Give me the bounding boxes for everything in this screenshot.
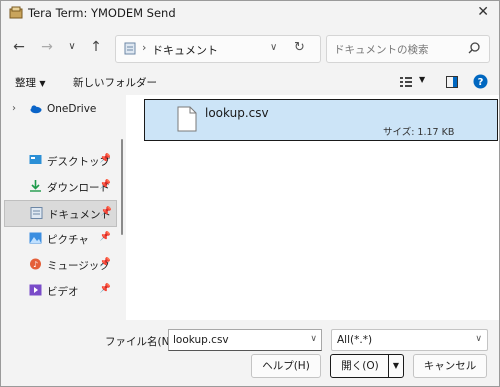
breadcrumb-separator-icon: › [142,41,147,54]
open-button[interactable]: 開く(O) ▼ [330,354,404,378]
sidebar-item-downloads[interactable]: ダウンロード 📌 [4,174,115,199]
file-icon [177,106,197,132]
pin-icon: 📌 [100,207,112,217]
dialog-footer: ファイル名(N): lookup.csv ∨ All(*.*) ∨ ヘルプ(H)… [1,320,499,386]
documents-icon [30,207,43,219]
sidebar-item-onedrive[interactable]: › OneDrive [4,97,115,122]
expand-chevron-icon[interactable]: › [12,103,16,114]
pin-icon: 📌 [99,258,111,268]
help-button[interactable]: ヘルプ(H) [251,354,321,378]
preview-pane-icon[interactable] [445,75,459,89]
filename-value: lookup.csv [173,334,229,346]
window-title: Tera Term: YMODEM Send [28,6,176,20]
up-arrow-icon[interactable]: ↑ [88,39,104,55]
onedrive-cloud-icon [30,105,42,114]
file-dialog: Tera Term: YMODEM Send ✕ ← → ∨ ↑ › ドキュメン… [0,0,500,387]
file-type-select[interactable]: All(*.*) ∨ [331,329,488,351]
svg-text:♪: ♪ [33,260,38,269]
command-bar: 整理 ▼ 新しいフォルダー ▼ ? [1,69,499,95]
view-chevron-down-icon[interactable]: ▼ [419,75,425,84]
music-icon: ♪ [30,258,41,270]
navigation-bar: ← → ∨ ↑ › ドキュメント ∨ ↻ ドキュメントの検索 [1,25,499,69]
scrollbar-thumb[interactable] [121,139,123,235]
search-icon [468,42,480,54]
file-item-lookup-csv[interactable]: lookup.csv サイズ: 1.17 KB [144,99,498,141]
title-bar[interactable]: Tera Term: YMODEM Send ✕ [1,1,499,25]
sidebar-item-videos[interactable]: ビデオ 📌 [4,278,115,303]
file-list: lookup.csv サイズ: 1.17 KB [126,95,499,320]
help-icon[interactable]: ? [473,74,488,89]
pin-icon: 📌 [99,284,111,294]
sidebar-scrollbar[interactable] [118,95,126,320]
address-history-chevron-icon[interactable]: ∨ [270,42,277,53]
pin-icon: 📌 [99,180,111,190]
teraterm-app-icon [9,6,23,19]
breadcrumb-documents[interactable]: ドキュメント [152,42,218,58]
videos-icon [29,284,42,296]
organize-menu[interactable]: 整理 ▼ [15,75,46,90]
recent-locations-chevron-icon[interactable]: ∨ [64,39,80,55]
new-folder-button[interactable]: 新しいフォルダー [73,75,157,90]
chevron-down-icon: ∨ [475,334,482,344]
file-type-value: All(*.*) [337,334,373,346]
documents-icon [124,42,136,55]
filename-field[interactable]: lookup.csv ∨ [168,329,322,351]
chevron-down-icon[interactable]: ∨ [310,334,317,344]
file-name: lookup.csv [205,106,269,120]
view-options-icon[interactable] [399,75,413,89]
sidebar-item-label: ピクチャ [47,234,89,246]
pin-icon: 📌 [99,154,111,164]
organize-label: 整理 [15,77,36,89]
address-bar[interactable]: › ドキュメント ∨ ↻ [115,35,321,63]
sidebar-item-documents[interactable]: ドキュメント 📌 [4,200,117,227]
cancel-button[interactable]: キャンセル [413,354,487,378]
close-button[interactable]: ✕ [477,4,489,20]
refresh-icon[interactable]: ↻ [294,40,305,55]
search-placeholder: ドキュメントの検索 [334,44,429,56]
back-arrow-icon[interactable]: ← [11,39,27,55]
file-size: サイズ: 1.17 KB [383,127,455,138]
sidebar-item-pictures[interactable]: ピクチャ 📌 [4,226,115,251]
sidebar-item-desktop[interactable]: デスクトップ 📌 [4,148,115,173]
svg-text:?: ? [478,77,484,88]
open-button-label: 開く(O) [341,360,379,372]
forward-arrow-icon[interactable]: → [39,39,55,55]
navigation-pane: › OneDrive デスクトップ 📌 ダウンロード 📌 ドキュメント 📌 ピク… [1,95,119,320]
filename-label: ファイル名(N): [105,336,178,348]
pictures-icon [29,232,42,244]
sidebar-item-label: OneDrive [47,103,97,115]
pin-icon: 📌 [99,232,111,242]
open-dropdown-arrow-icon[interactable]: ▼ [388,355,403,377]
chevron-down-icon: ▼ [39,79,46,88]
search-input[interactable]: ドキュメントの検索 [326,35,490,63]
sidebar-item-label: ビデオ [47,286,79,298]
download-icon [30,180,41,192]
desktop-icon [29,155,42,164]
sidebar-item-music[interactable]: ♪ ミュージック 📌 [4,252,115,277]
